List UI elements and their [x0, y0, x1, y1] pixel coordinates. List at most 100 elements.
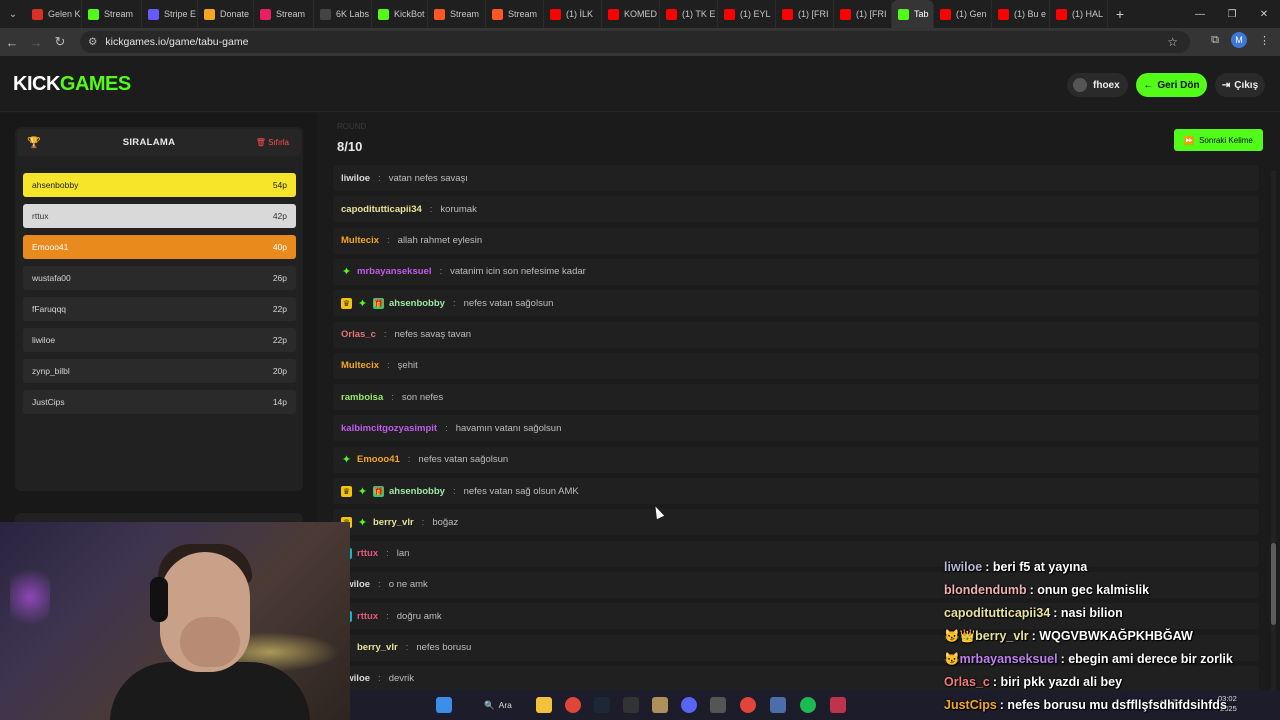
maximize-icon[interactable]: ❐ — [1216, 0, 1248, 28]
app-icon-3[interactable] — [830, 697, 846, 713]
ranking-player-points: 42p — [272, 211, 287, 221]
chat-username[interactable]: Multecix — [341, 235, 379, 246]
file-explorer-icon[interactable] — [536, 697, 552, 713]
tab-label: Gelen K — [48, 9, 81, 19]
discord-icon[interactable] — [681, 697, 697, 713]
overlay-chat-message: : biri pkk yazdı ali bey — [992, 675, 1123, 689]
user-chip[interactable]: fhoex — [1067, 73, 1128, 97]
back-arrow-icon[interactable]: ← — [0, 30, 24, 54]
chat-username[interactable]: ahsenbobby — [389, 298, 445, 309]
chat-username[interactable]: rttux — [357, 611, 378, 622]
url-field[interactable]: ⚙ kickgames.io/game/tabu-game ☆ — [80, 31, 1190, 53]
chat-username[interactable]: mrbayanseksuel — [357, 266, 431, 277]
chat-message-row: Orlas_c: nefes savaş tavan — [333, 321, 1259, 348]
chat-message-text: şehit — [397, 360, 418, 372]
chat-message-row: Multecix: şehit — [333, 352, 1259, 379]
logout-button[interactable]: ⇥ Çıkış — [1215, 73, 1265, 97]
chat-username[interactable]: capoditutticapii34 — [341, 204, 422, 215]
profile-avatar[interactable]: M — [1231, 32, 1247, 48]
chat-message-row: ♛✦berry_vlr:boğaz — [333, 509, 1259, 536]
app-icon[interactable] — [652, 697, 668, 713]
overlay-chat-message: : nasi bilion — [1053, 606, 1123, 620]
ranking-player-points: 14p — [272, 397, 287, 407]
ranking-row: ahsenbobby 54p — [23, 173, 296, 197]
ranking-row: zynp_bilbl 20p — [23, 359, 296, 383]
browser-tab[interactable]: (1) Gen — [934, 0, 992, 28]
chat-username[interactable]: ahsenbobby — [389, 486, 445, 497]
browser-tab[interactable]: (1) İLK — [544, 0, 602, 28]
browser-tab[interactable]: (1) TK E — [660, 0, 718, 28]
site-header: KICKGAMES fhoex ← Geri Dön ⇥ Çıkış — [0, 56, 1280, 112]
browser-tab[interactable]: Stream — [82, 0, 142, 28]
chat-message-text: vatanim icin son nefesime kadar — [450, 266, 586, 278]
browser-menu-icon[interactable]: ⋮ — [1259, 34, 1270, 47]
tab-favicon-icon — [550, 8, 561, 20]
verified-spark-badge-icon: ✦ — [357, 516, 368, 529]
browser-tab[interactable]: (1) [FRI — [776, 0, 834, 28]
overlay-emote-badges: 😼👑 — [944, 629, 976, 643]
chat-separator: : — [378, 579, 381, 591]
chat-username[interactable]: kalbimcitgozyasimpit — [341, 423, 437, 434]
minimize-icon[interactable]: — — [1184, 0, 1216, 28]
new-tab-button[interactable]: + — [1108, 6, 1132, 22]
chat-username[interactable]: rttux — [357, 548, 378, 559]
spotify-icon[interactable] — [800, 697, 816, 713]
taskbar-search[interactable]: 🔍 Ara — [474, 695, 522, 715]
tab-label: Stripe E — [164, 9, 197, 19]
go-back-button[interactable]: ← Geri Dön — [1136, 73, 1207, 97]
close-window-icon[interactable]: ✕ — [1248, 0, 1280, 28]
next-word-button[interactable]: ⏩ Sonraki Kelime — [1174, 129, 1263, 151]
browser-tab[interactable]: Tab✕ — [892, 0, 934, 28]
browser-tab[interactable]: (1) Bu e — [992, 0, 1050, 28]
browser-tab[interactable]: (1) EYL — [718, 0, 776, 28]
browser-tab[interactable]: Donate — [198, 0, 254, 28]
extensions-icon[interactable]: ⧉ — [1211, 34, 1219, 47]
chat-username[interactable]: berry_vlr — [373, 517, 414, 528]
tab-label: (1) [FRI — [798, 9, 829, 19]
webcam-overlay — [0, 522, 350, 720]
chat-username[interactable]: Emooo41 — [357, 454, 400, 465]
chat-username[interactable]: Multecix — [341, 360, 379, 371]
settings-icon[interactable] — [770, 697, 786, 713]
site-info-icon[interactable]: ⚙ — [88, 36, 97, 48]
browser-tab[interactable]: Stream — [486, 0, 544, 28]
browser-tab[interactable]: (1) HAL — [1050, 0, 1108, 28]
overlay-chat-line: blondendumb: onun gec kalmislik — [944, 583, 1149, 597]
tab-favicon-icon — [1056, 8, 1067, 20]
chat-username[interactable]: berry_vlr — [357, 642, 398, 653]
browser-tab[interactable]: Stream — [254, 0, 314, 28]
chat-scrollbar[interactable] — [1271, 171, 1276, 711]
steam-icon[interactable] — [594, 697, 610, 713]
chat-separator: : — [452, 297, 456, 309]
browser-tab[interactable]: (1) [FRI — [834, 0, 892, 28]
tab-label: Tab — [914, 9, 929, 19]
browser-tab[interactable]: Stripe E — [142, 0, 198, 28]
tab-search-chevron-icon[interactable]: ⌄ — [0, 0, 26, 28]
chrome-active-icon[interactable] — [740, 697, 756, 713]
overlay-chat-message: : nefes borusu mu dsffllşfsdhifdsihfds — [999, 698, 1227, 712]
chat-username[interactable]: ramboisa — [341, 392, 383, 403]
bookmark-star-icon[interactable]: ☆ — [1167, 35, 1178, 49]
scroll-thumb[interactable] — [1271, 543, 1276, 625]
tab-label: Stream — [104, 9, 134, 19]
forward-arrow-icon[interactable]: → — [24, 30, 48, 54]
reset-button[interactable]: 🗑 Sıfırla — [256, 138, 289, 147]
windows-start-icon[interactable] — [436, 697, 452, 713]
epic-games-icon[interactable] — [623, 697, 639, 713]
tab-label: Donate — [220, 9, 250, 19]
app-icon-2[interactable] — [710, 697, 726, 713]
chat-separator: : — [386, 548, 389, 560]
browser-tab[interactable]: Gelen K — [26, 0, 82, 28]
browser-tab[interactable]: KickBot — [372, 0, 428, 28]
chat-separator: : — [391, 391, 394, 403]
chat-username[interactable]: Orlas_c — [341, 329, 376, 340]
ranking-player-points: 20p — [272, 366, 287, 376]
reload-icon[interactable]: ↻ — [48, 30, 72, 54]
kickgames-logo[interactable]: KICKGAMES — [13, 73, 131, 96]
browser-tab[interactable]: 6K Labs — [314, 0, 372, 28]
chrome-icon[interactable] — [565, 697, 581, 713]
overlay-chat-username: capoditutticapii34 — [944, 606, 1051, 620]
browser-tab[interactable]: KOMED — [602, 0, 660, 28]
chat-username[interactable]: liwiloe — [341, 173, 370, 184]
browser-tab[interactable]: Stream — [428, 0, 486, 28]
